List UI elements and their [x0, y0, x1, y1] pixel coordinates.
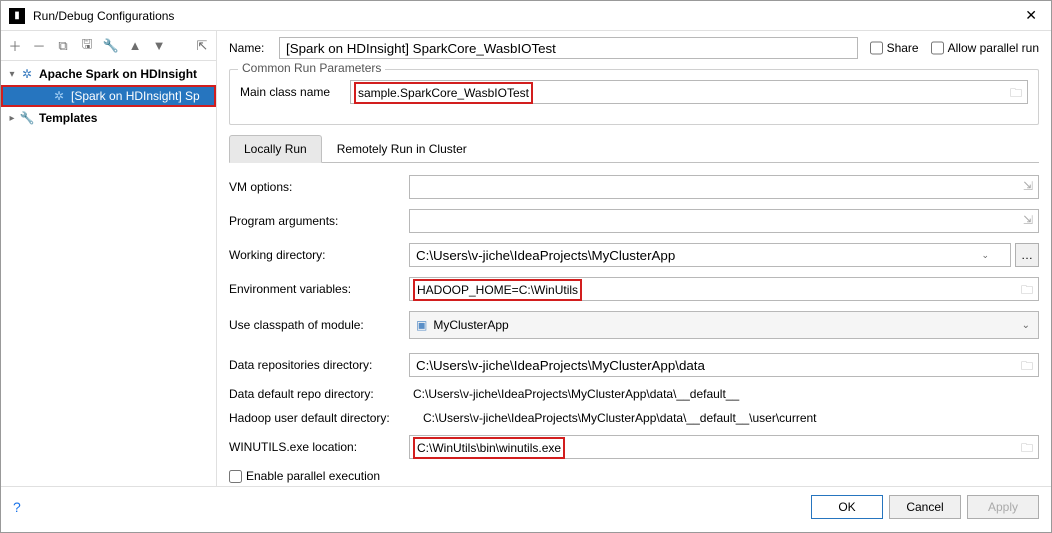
data-repo-input[interactable]	[409, 353, 1039, 377]
hadoop-default-label: Hadoop user default directory:	[229, 411, 419, 425]
cancel-button[interactable]: Cancel	[889, 495, 961, 519]
working-dir-input[interactable]	[409, 243, 1011, 267]
main-panel: Name: Share Allow parallel run Common Ru…	[217, 31, 1051, 486]
window-title: Run/Debug Configurations	[33, 9, 1019, 23]
classpath-value: MyClusterApp	[433, 318, 508, 332]
module-icon: ▣	[416, 318, 427, 332]
spark-icon: ✲	[19, 66, 35, 82]
tree-label: Templates	[39, 111, 97, 125]
close-icon[interactable]: ✕	[1019, 7, 1043, 24]
classpath-label: Use classpath of module:	[229, 318, 409, 332]
spark-icon: ✲	[51, 88, 67, 104]
tree-item-spark-hdinsight[interactable]: ▾ ✲ Apache Spark on HDInsight	[1, 63, 216, 85]
data-repo-label: Data repositories directory:	[229, 358, 409, 372]
env-vars-value: HADOOP_HOME=C:\WinUtils	[413, 279, 582, 301]
common-params-fieldset: Common Run Parameters Main class name sa…	[229, 69, 1039, 125]
main-class-value: sample.SparkCore_WasbIOTest	[354, 82, 533, 104]
enable-parallel-checkbox[interactable]: Enable parallel execution	[229, 469, 1039, 483]
winutils-label: WINUTILS.exe location:	[229, 440, 409, 454]
program-args-label: Program arguments:	[229, 214, 409, 228]
sidebar: ＋ － ⧉ 🖫 🔧 ▲ ▼ ⇱ ▾ ✲ Apache Spark on HDIn…	[1, 31, 217, 486]
save-icon[interactable]: 🖫	[79, 38, 95, 54]
wrench-icon: 🔧	[19, 110, 35, 126]
tree-label: [Spark on HDInsight] Sp	[71, 89, 200, 103]
browse-button[interactable]: …	[1015, 243, 1039, 267]
add-icon[interactable]: ＋	[7, 38, 23, 54]
winutils-value: C:\WinUtils\bin\winutils.exe	[413, 437, 565, 459]
share-checkbox[interactable]: Share	[870, 37, 919, 59]
chevron-down-icon[interactable]: ⌄	[981, 250, 989, 261]
fieldset-title: Common Run Parameters	[238, 61, 385, 75]
run-tabs: Locally Run Remotely Run in Cluster	[229, 135, 1039, 163]
app-icon: ▮	[9, 8, 25, 24]
tab-locally-run[interactable]: Locally Run	[229, 135, 322, 163]
chevron-down-icon: ⌄	[1022, 320, 1030, 331]
help-icon[interactable]: ?	[13, 499, 21, 515]
env-vars-label: Environment variables:	[229, 282, 409, 296]
working-dir-label: Working directory:	[229, 248, 409, 262]
up-icon[interactable]: ▲	[127, 38, 143, 54]
down-icon[interactable]: ▼	[151, 38, 167, 54]
classpath-select[interactable]: ▣ MyClusterApp ⌄	[409, 311, 1039, 339]
apply-button[interactable]: Apply	[967, 495, 1039, 519]
ok-button[interactable]: OK	[811, 495, 883, 519]
allow-parallel-checkbox[interactable]: Allow parallel run	[931, 37, 1039, 59]
tree-item-templates[interactable]: ▸ 🔧 Templates	[1, 107, 216, 129]
copy-icon[interactable]: ⧉	[55, 38, 71, 54]
tree-item-spark-config[interactable]: ✲ [Spark on HDInsight] Sp	[1, 85, 216, 107]
program-args-input[interactable]	[409, 209, 1039, 233]
expand-icon[interactable]: ⇱	[194, 38, 210, 54]
main-class-label: Main class name	[240, 85, 350, 99]
config-tree: ▾ ✲ Apache Spark on HDInsight ✲ [Spark o…	[1, 61, 216, 486]
tab-remotely-run[interactable]: Remotely Run in Cluster	[322, 135, 482, 163]
data-default-label: Data default repo directory:	[229, 387, 409, 401]
name-label: Name:	[229, 41, 279, 55]
dialog-buttons: ? OK Cancel Apply	[1, 486, 1051, 527]
sidebar-toolbar: ＋ － ⧉ 🖫 🔧 ▲ ▼ ⇱	[1, 31, 216, 61]
wrench-icon[interactable]: 🔧	[103, 38, 119, 54]
chevron-right-icon[interactable]: ▸	[5, 113, 19, 124]
name-input[interactable]	[279, 37, 858, 59]
vm-options-input[interactable]	[409, 175, 1039, 199]
data-default-value: C:\Users\v-jiche\IdeaProjects\MyClusterA…	[409, 387, 1039, 401]
titlebar: ▮ Run/Debug Configurations ✕	[1, 1, 1051, 31]
remove-icon[interactable]: －	[31, 38, 47, 54]
hadoop-default-value: C:\Users\v-jiche\IdeaProjects\MyClusterA…	[419, 411, 1039, 425]
vm-options-label: VM options:	[229, 180, 409, 194]
chevron-down-icon[interactable]: ▾	[5, 69, 19, 80]
tree-label: Apache Spark on HDInsight	[39, 67, 197, 81]
